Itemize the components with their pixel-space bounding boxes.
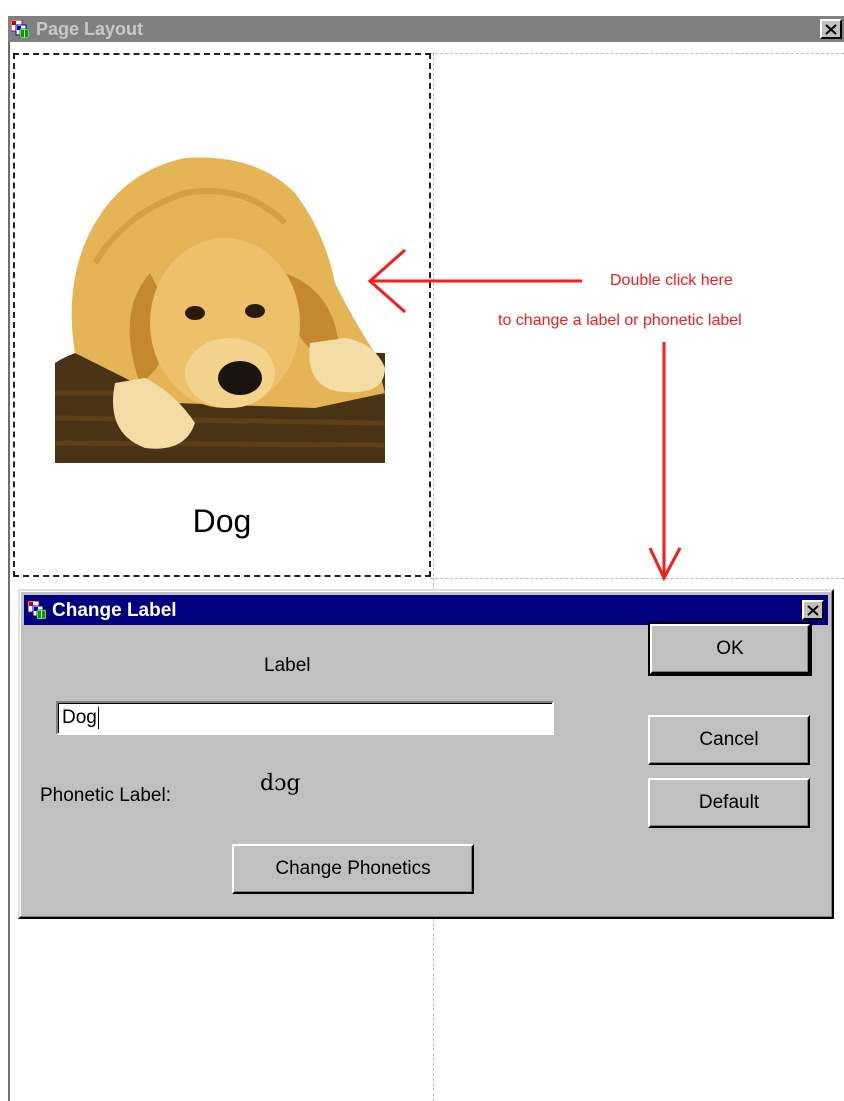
grid-line-middle (430, 578, 844, 579)
label-input-value: Dog (62, 707, 97, 729)
change-phonetics-button[interactable]: Change Phonetics (232, 844, 474, 894)
default-button[interactable]: Default (648, 778, 810, 828)
dialog-close-button[interactable] (802, 600, 824, 620)
cancel-button[interactable]: Cancel (648, 715, 810, 765)
change-label-dialog: Change Label Label Dog Phonetic Label: d… (18, 589, 834, 919)
dialog-title: Change Label (52, 600, 177, 621)
window-left-edge (8, 42, 10, 1101)
label-input[interactable]: Dog (56, 701, 554, 735)
label-heading: Label (264, 655, 311, 676)
ok-button[interactable]: OK (648, 622, 812, 676)
app-grid-icon (11, 20, 29, 38)
text-caret (97, 707, 99, 729)
app-grid-icon (28, 601, 46, 619)
phonetic-label-caption: Phonetic Label: (40, 785, 171, 806)
close-icon (825, 23, 837, 35)
page-layout-titlebar[interactable]: Page Layout (8, 16, 844, 42)
grid-line-center (433, 53, 434, 1101)
annotation-line-1: Double click here (610, 272, 733, 289)
down-arrow-head (648, 547, 682, 582)
cell-label-text[interactable]: Dog (15, 503, 429, 540)
close-icon (807, 604, 819, 616)
dog-picture[interactable] (55, 153, 385, 463)
phonetic-label-value: dɔg (260, 771, 301, 796)
dialog-titlebar[interactable]: Change Label (24, 595, 828, 625)
annotation-line-2: to change a label or phonetic label (498, 312, 742, 329)
layout-cell-dog[interactable]: Dog (13, 53, 431, 577)
page-layout-close-button[interactable] (820, 19, 842, 39)
page-layout-title: Page Layout (36, 19, 144, 39)
grid-line-top (430, 53, 844, 54)
